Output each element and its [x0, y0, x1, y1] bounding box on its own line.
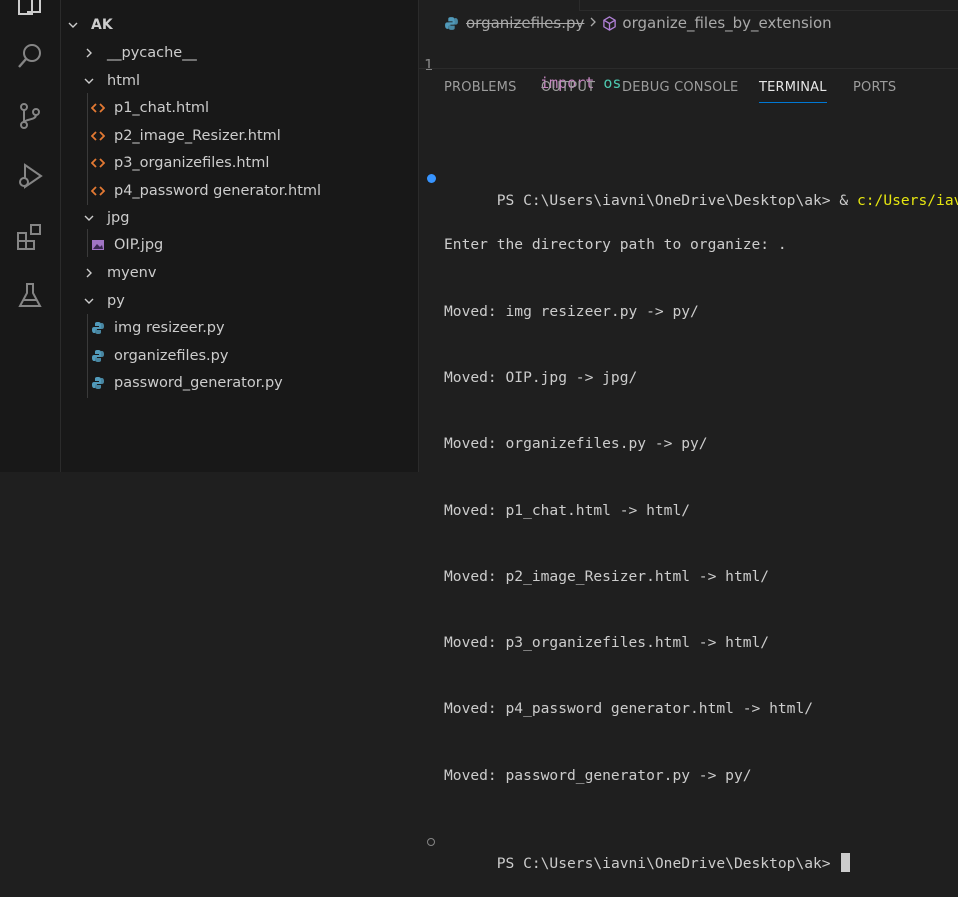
terminal-output[interactable]: PS C:\Users\iavni\OneDrive\Desktop\ak> &…: [427, 124, 958, 897]
file-img-resizeer-py[interactable]: img resizeer.py: [61, 314, 447, 341]
run-debug-icon[interactable]: [14, 160, 46, 192]
file-oip-jpg[interactable]: OIP.jpg: [61, 231, 447, 258]
terminal-line: Moved: p2_image_Resizer.html -> html/: [444, 567, 770, 585]
terminal-line: Moved: password_generator.py -> py/: [444, 766, 752, 784]
html-file-icon: [90, 101, 106, 115]
activity-bar: [0, 0, 61, 472]
file-p4-password-generator-html[interactable]: p4_password generator.html: [61, 177, 447, 204]
breadcrumb-symbol[interactable]: organize_files_by_extension: [622, 14, 831, 32]
terminal-line: Moved: p3_organizefiles.html -> html/: [444, 634, 770, 652]
html-file-icon: [90, 156, 106, 170]
editor-area: organizefiles.py organize_files_by_exten…: [419, 0, 958, 873]
file-organizefiles-py[interactable]: organizefiles.py: [61, 342, 447, 369]
folder-py[interactable]: py: [61, 287, 438, 314]
file-p2-image-resizer-html[interactable]: p2_image_Resizer.html: [61, 122, 447, 149]
tab-output[interactable]: OUTPUT: [541, 80, 595, 95]
terminal-prompt: PS C:\Users\iavni\OneDrive\Desktop\ak>: [496, 855, 840, 873]
terminal-line: Moved: organizefiles.py -> py/: [444, 435, 708, 453]
explorer-icon[interactable]: [14, 0, 46, 18]
terminal-cursor: [841, 853, 851, 873]
folder-pycache[interactable]: __pycache__: [61, 39, 438, 66]
python-file-icon: [90, 349, 106, 363]
explorer-root[interactable]: AK: [61, 11, 418, 38]
chevron-down-icon: [81, 212, 97, 224]
terminal-line: Moved: p4_password generator.html -> htm…: [444, 700, 814, 718]
tree-item-label: organizefiles.py: [114, 347, 229, 364]
terminal-line: Moved: img resizeer.py -> py/: [444, 302, 699, 320]
command-pending-dot-icon: [427, 838, 435, 846]
chevron-down-icon: [65, 19, 81, 31]
terminal-command-amp: &: [839, 192, 857, 210]
terminal-line: Moved: OIP.jpg -> jpg/: [444, 369, 638, 387]
python-file-icon: [444, 16, 460, 31]
code-module: os: [603, 74, 622, 92]
folder-jpg[interactable]: jpg: [61, 204, 438, 231]
line-number: 1: [423, 56, 433, 74]
chevron-right-icon: [588, 14, 598, 32]
folder-html[interactable]: html: [61, 67, 438, 94]
tab-strip-edge: [579, 0, 958, 11]
chevron-right-icon: [81, 47, 97, 59]
explorer-panel: AK __pycache__ html p1_chat.html p2_imag…: [61, 0, 419, 472]
file-password-generator-py[interactable]: password_generator.py: [61, 369, 447, 396]
file-p3-organizefiles-html[interactable]: p3_organizefiles.html: [61, 149, 447, 176]
html-file-icon: [90, 184, 106, 198]
panel-divider: [419, 68, 958, 69]
tree-item-label: jpg: [107, 209, 130, 226]
tree-item-label: OIP.jpg: [114, 236, 164, 253]
explorer-root-label: AK: [91, 16, 113, 33]
breadcrumb-file[interactable]: organizefiles.py: [466, 14, 584, 32]
method-symbol-icon: [602, 15, 617, 31]
tab-debug-console[interactable]: DEBUG CONSOLE: [622, 80, 738, 95]
tree-item-label: __pycache__: [107, 44, 197, 61]
tree-item-label: myenv: [107, 264, 157, 281]
folder-myenv[interactable]: myenv: [61, 259, 438, 286]
tree-item-label: p1_chat.html: [114, 99, 210, 116]
search-icon[interactable]: [14, 40, 46, 72]
terminal-prompt: PS C:\Users\iavni\OneDrive\Desktop\ak>: [496, 192, 840, 210]
tree-item-label: p4_password generator.html: [114, 182, 322, 199]
terminal-line: PS C:\Users\iavni\OneDrive\Desktop\ak> &…: [427, 168, 958, 209]
python-file-icon: [90, 376, 106, 390]
tree-item-label: p2_image_Resizer.html: [114, 127, 281, 144]
testing-icon[interactable]: [14, 280, 46, 312]
tree-item-label: img resizeer.py: [114, 319, 225, 336]
chevron-right-icon: [81, 267, 97, 279]
tab-terminal[interactable]: TERMINAL: [759, 80, 827, 103]
tab-ports[interactable]: PORTS: [853, 80, 896, 95]
python-file-icon: [90, 321, 106, 335]
image-file-icon: [90, 238, 106, 252]
tree-item-label: py: [107, 292, 125, 309]
code-line-1[interactable]: 1 import os: [424, 38, 622, 110]
terminal-command-path: c:/Users/iavni/O: [856, 192, 958, 210]
tree-item-label: p3_organizefiles.html: [114, 154, 270, 171]
chevron-down-icon: [81, 75, 97, 87]
breadcrumb: organizefiles.py organize_files_by_exten…: [444, 14, 832, 32]
html-file-icon: [90, 129, 106, 143]
tree-item-label: password_generator.py: [114, 374, 283, 391]
terminal-line: PS C:\Users\iavni\OneDrive\Desktop\ak>: [427, 831, 958, 873]
source-control-icon[interactable]: [14, 100, 46, 132]
terminal-line: Moved: p1_chat.html -> html/: [444, 501, 691, 519]
extensions-icon[interactable]: [14, 220, 46, 252]
file-p1-chat-html[interactable]: p1_chat.html: [61, 94, 447, 121]
tab-problems[interactable]: PROBLEMS: [444, 80, 517, 95]
chevron-down-icon: [81, 295, 97, 307]
command-success-dot-icon: [427, 174, 436, 184]
terminal-line: Enter the directory path to organize: .: [444, 236, 787, 254]
tree-item-label: html: [107, 72, 141, 89]
